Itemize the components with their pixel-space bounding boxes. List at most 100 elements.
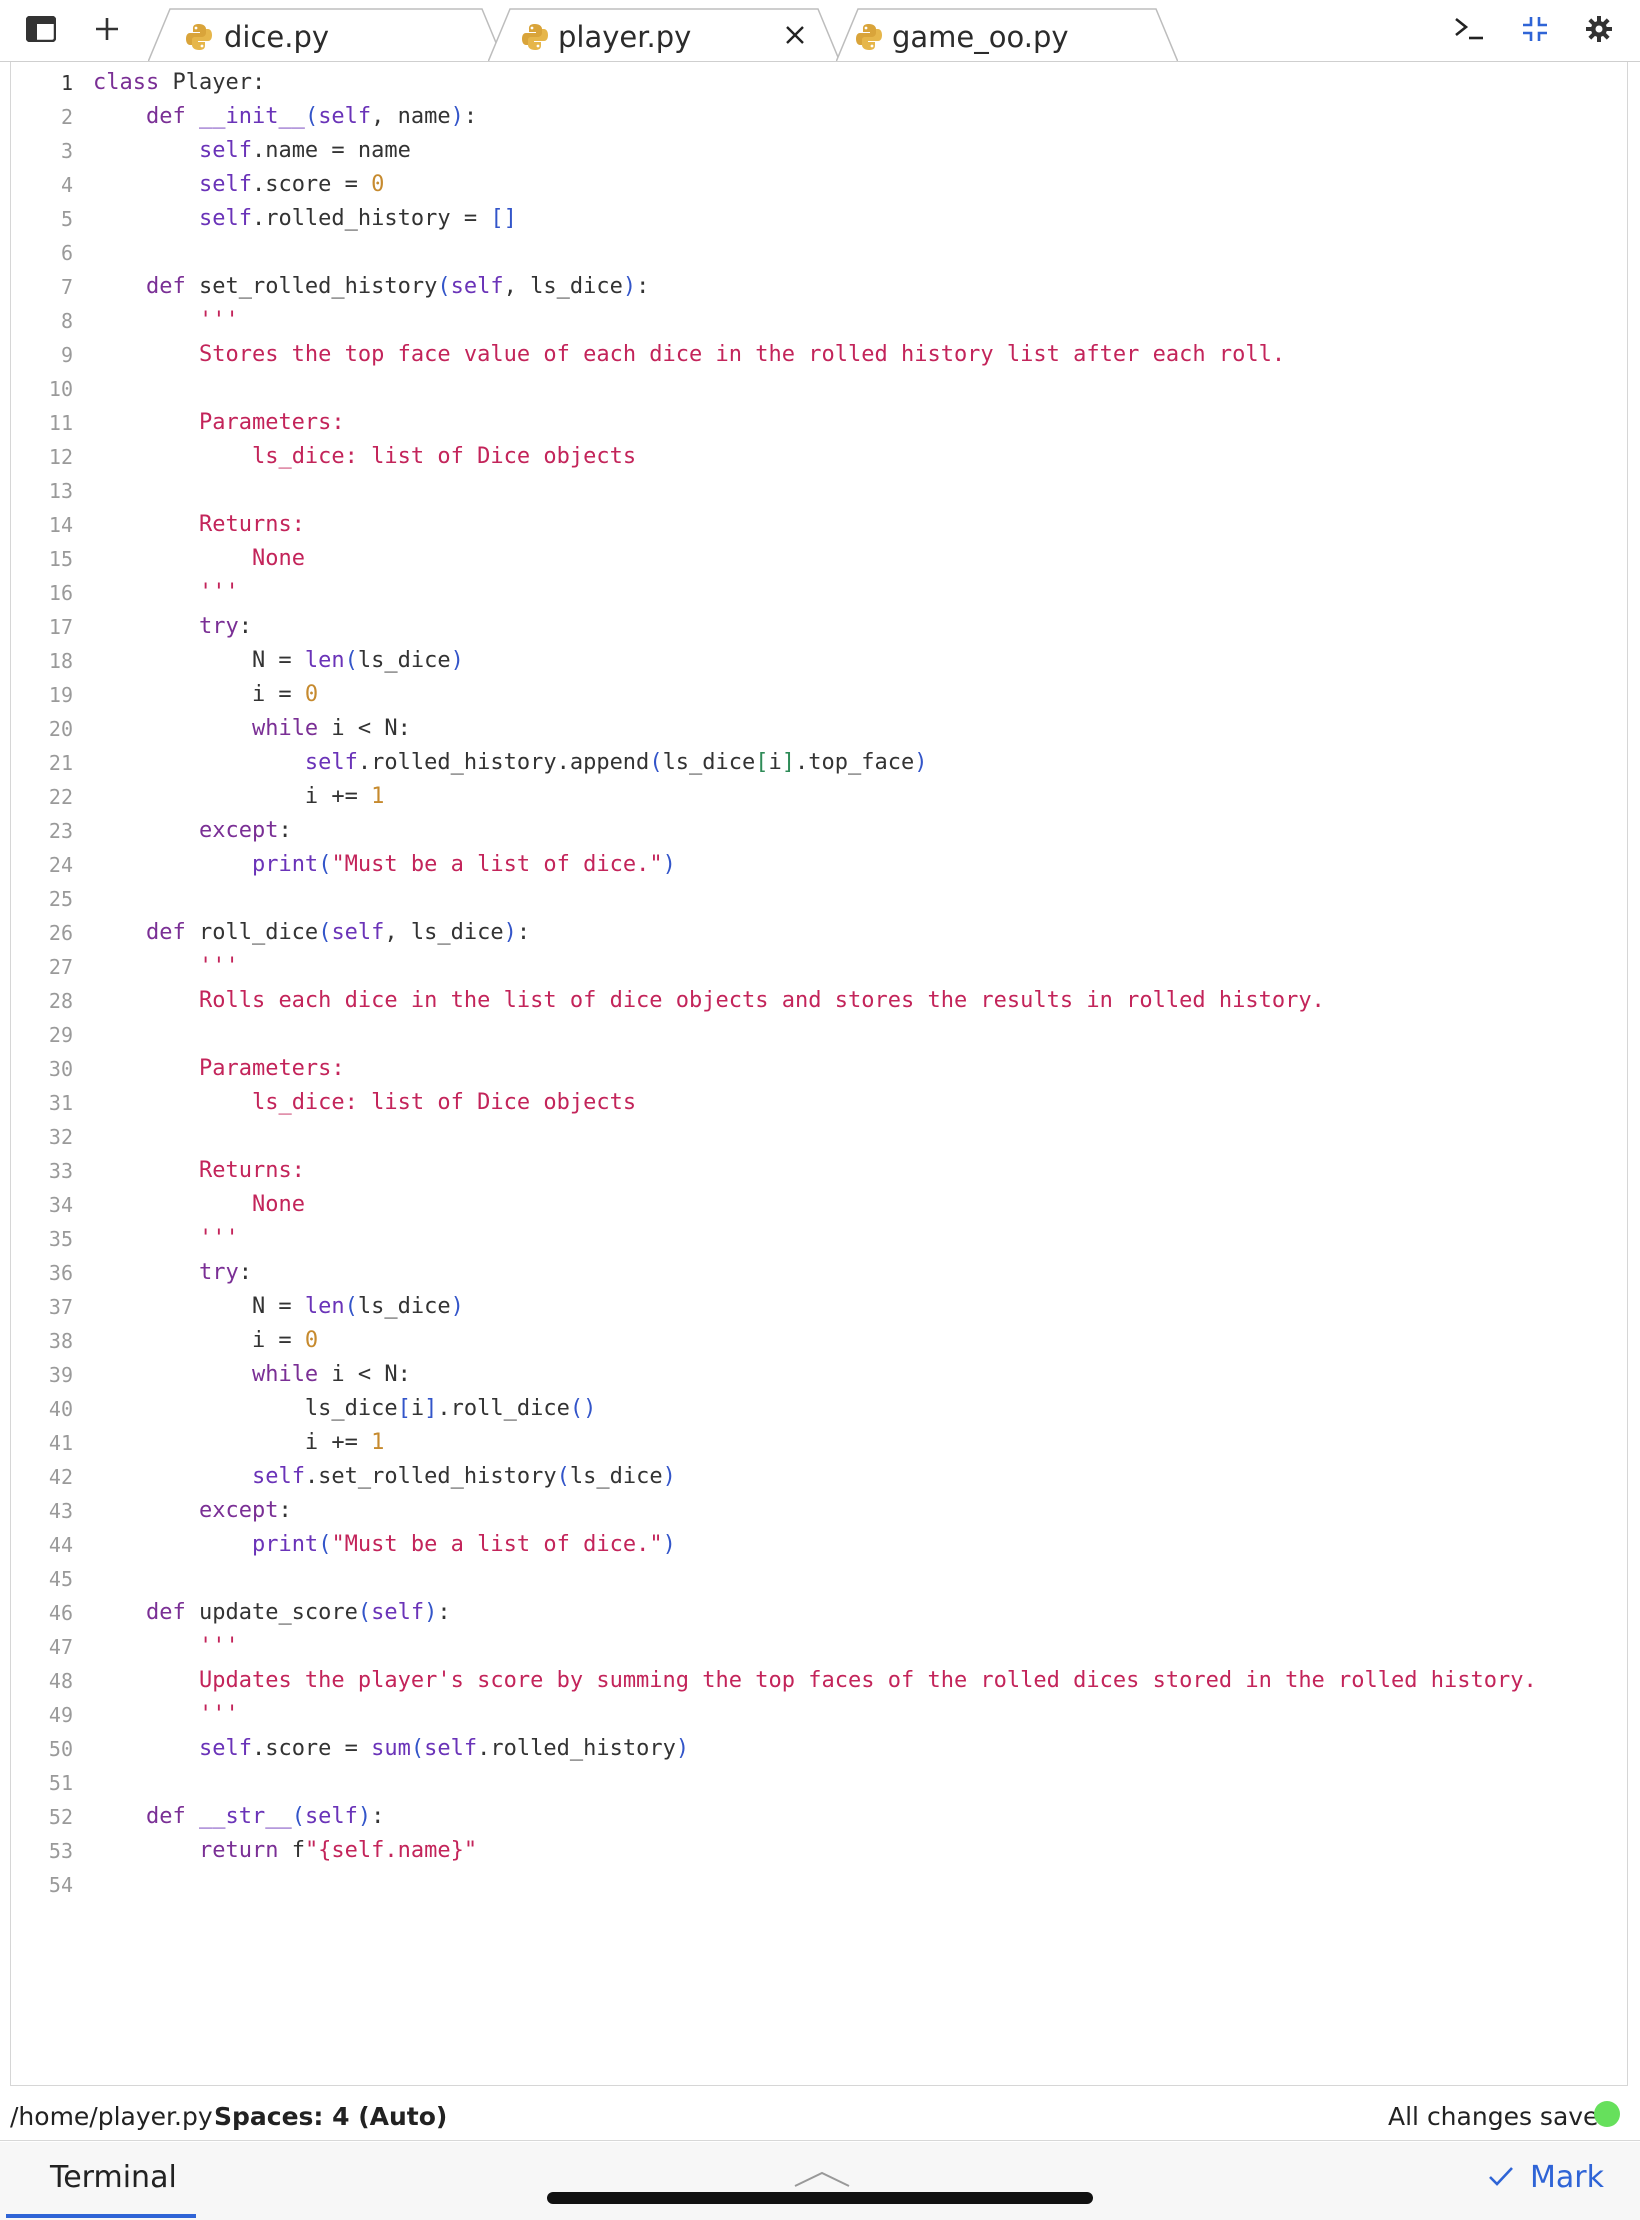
code-text: except: <box>198 1498 292 1523</box>
code-line: 39 while i < N: <box>11 1358 1627 1392</box>
code-line: 24 print("Must be a list of dice.") <box>11 848 1627 882</box>
line-number: 45 <box>48 1567 73 1591</box>
line-number: 3 <box>60 139 73 163</box>
code-text: def __str__(self): <box>145 1804 385 1829</box>
code-text: return f"{self.name}" <box>198 1838 478 1863</box>
code-text: i += 1 <box>93 784 385 809</box>
indentation-setting[interactable]: Spaces: 4 (Auto) <box>214 2102 447 2131</box>
terminal-tab[interactable]: Terminal <box>50 2160 177 2195</box>
code-text: i += 1 <box>93 1430 385 1455</box>
line-number: 47 <box>48 1635 73 1659</box>
code-line: 49 ''' <box>11 1698 1627 1732</box>
tab-label: player.py <box>558 20 692 54</box>
code-text: Parameters: <box>198 410 345 435</box>
checkmark-icon <box>1488 2160 1514 2195</box>
code-text: self.rolled_history = [] <box>198 206 517 231</box>
line-number: 37 <box>48 1295 73 1319</box>
file-path: /home/player.py <box>10 2102 213 2131</box>
line-number: 26 <box>48 921 73 945</box>
code-text: ''' <box>198 580 239 605</box>
code-editor[interactable]: 1 class Player: 2 def __init__(self, name)… <box>10 62 1628 2086</box>
code-text: try: <box>198 1260 252 1285</box>
gear-icon[interactable] <box>1582 12 1616 46</box>
code-text: Stores the top face value of each dice i… <box>198 342 1286 367</box>
python-file-icon <box>184 22 214 52</box>
sidebar-icon[interactable] <box>26 14 56 44</box>
line-number: 24 <box>48 853 73 877</box>
code-text: while i < N: <box>251 1362 411 1387</box>
code-line: 11 Parameters: <box>11 406 1627 440</box>
code-text: def __init__(self, name): <box>145 104 478 129</box>
line-number: 9 <box>60 343 73 367</box>
code-line: 47 ''' <box>11 1630 1627 1664</box>
line-number: 4 <box>60 173 73 197</box>
home-indicator <box>547 2192 1093 2204</box>
code-line: 36 try: <box>11 1256 1627 1290</box>
code-line: 34 None <box>11 1188 1627 1222</box>
code-text: ''' <box>198 1634 239 1659</box>
tab-game-oo[interactable]: game_oo.py <box>836 8 1178 62</box>
line-number: 32 <box>48 1125 73 1149</box>
tab-dice[interactable]: dice.py <box>148 8 504 62</box>
code-line: 16 ''' <box>11 576 1627 610</box>
line-number: 1 <box>60 71 73 95</box>
code-text: ls_dice: list of Dice objects <box>251 444 637 469</box>
line-number: 7 <box>60 275 73 299</box>
line-number: 22 <box>48 785 73 809</box>
close-icon[interactable] <box>784 18 806 54</box>
status-divider <box>0 2140 1640 2141</box>
terminal-icon[interactable] <box>1452 14 1486 44</box>
code-line: 33 Returns: <box>11 1154 1627 1188</box>
mark-button[interactable]: Mark <box>1488 2160 1604 2195</box>
code-line: 45 <box>11 1562 1627 1596</box>
code-line: 12 ls_dice: list of Dice objects <box>11 440 1627 474</box>
terminal-tab-indicator <box>6 2214 196 2218</box>
code-text: ''' <box>198 1702 239 1727</box>
code-text: ''' <box>198 308 239 333</box>
line-number: 21 <box>48 751 73 775</box>
code-line: 53 return f"{self.name}" <box>11 1834 1627 1868</box>
code-line: 6 <box>11 236 1627 270</box>
line-number: 46 <box>48 1601 73 1625</box>
tab-label: dice.py <box>224 20 330 54</box>
code-text: self.score = sum(self.rolled_history) <box>198 1736 690 1761</box>
status-bar: /home/player.py Spaces: 4 (Auto) All cha… <box>0 2090 1640 2142</box>
line-number: 31 <box>48 1091 73 1115</box>
code-line: 51 <box>11 1766 1627 1800</box>
line-number: 48 <box>48 1669 73 1693</box>
line-number: 12 <box>48 445 73 469</box>
code-text: ls_dice: list of Dice objects <box>251 1090 637 1115</box>
line-number: 14 <box>48 513 73 537</box>
line-number: 54 <box>48 1873 73 1897</box>
line-number: 43 <box>48 1499 73 1523</box>
line-number: 6 <box>60 241 73 265</box>
plus-icon[interactable] <box>90 12 124 46</box>
code-text: Rolls each dice in the list of dice obje… <box>198 988 1325 1013</box>
code-line: 1 class Player: <box>11 66 1627 100</box>
line-number: 41 <box>48 1431 73 1455</box>
code-line: 23 except: <box>11 814 1627 848</box>
collapse-icon[interactable] <box>1518 12 1552 46</box>
code-text: ls_dice[i].roll_dice() <box>93 1396 597 1421</box>
code-line: 19 i = 0 <box>11 678 1627 712</box>
code-text: N = len(ls_dice) <box>93 1294 464 1319</box>
line-number: 40 <box>48 1397 73 1421</box>
line-number: 38 <box>48 1329 73 1353</box>
code-line: 21 self.rolled_history.append(ls_dice[i]… <box>11 746 1627 780</box>
line-number: 17 <box>48 615 73 639</box>
line-number: 25 <box>48 887 73 911</box>
code-line: 2 def __init__(self, name): <box>11 100 1627 134</box>
line-number: 35 <box>48 1227 73 1251</box>
tab-player[interactable]: player.py <box>488 8 840 62</box>
chevron-up-icon[interactable] <box>793 2170 851 2192</box>
code-line: 44 print("Must be a list of dice.") <box>11 1528 1627 1562</box>
code-line: 38 i = 0 <box>11 1324 1627 1358</box>
python-file-icon <box>854 22 884 52</box>
code-line: 7 def set_rolled_history(self, ls_dice): <box>11 270 1627 304</box>
line-number: 18 <box>48 649 73 673</box>
code-text: self.score = 0 <box>198 172 385 197</box>
code-line: 25 <box>11 882 1627 916</box>
code-line: 50 self.score = sum(self.rolled_history) <box>11 1732 1627 1766</box>
line-number: 51 <box>48 1771 73 1795</box>
code-text: def update_score(self): <box>145 1600 451 1625</box>
